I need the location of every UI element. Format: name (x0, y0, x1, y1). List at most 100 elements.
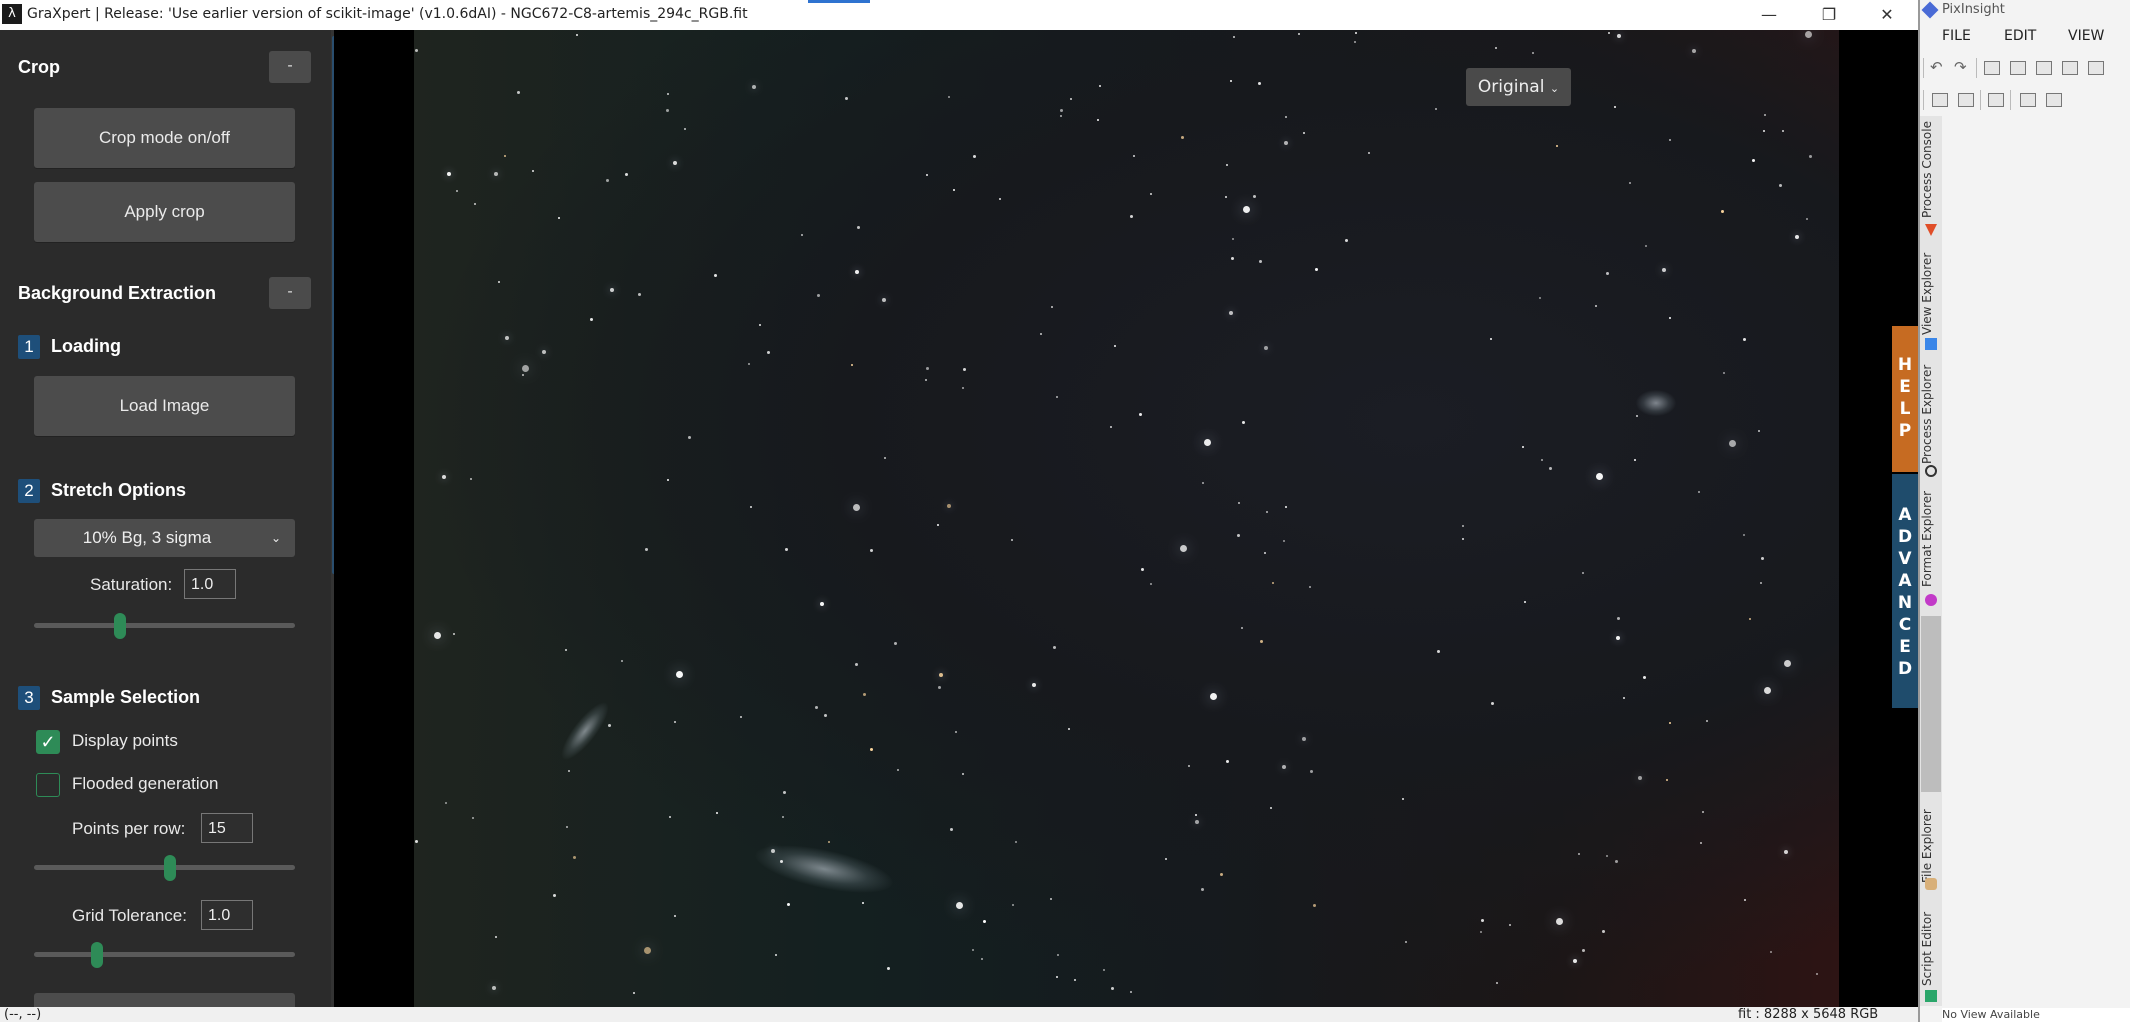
help-tab[interactable]: HELP (1892, 326, 1918, 472)
chevron-down-icon: ⌄ (271, 531, 282, 545)
saturation-slider-track[interactable] (34, 623, 295, 628)
display-points-checkbox[interactable]: ✓ (36, 730, 60, 754)
menu-edit[interactable]: EDIT (2004, 28, 2036, 44)
star (673, 914, 676, 917)
undo-icon[interactable]: ↶ (1930, 58, 1943, 76)
star (947, 504, 952, 509)
toolbar-separator (2010, 90, 2011, 110)
advanced-tab[interactable]: ADVANCED (1892, 474, 1918, 708)
star (800, 234, 803, 236)
apply-crop-button[interactable]: Apply crop (34, 182, 295, 242)
minimize-icon[interactable]: — (1746, 0, 1792, 30)
saturation-slider-thumb[interactable] (114, 613, 127, 639)
star (1744, 898, 1747, 901)
sidebar-scrollbar[interactable] (332, 36, 334, 574)
flooded-generation-checkbox[interactable] (36, 773, 60, 797)
tab-script-editor[interactable]: Script Editor (1920, 906, 1942, 992)
star (1770, 951, 1773, 954)
window-icon[interactable] (1988, 93, 2004, 107)
load-image-button[interactable]: Load Image (34, 376, 295, 436)
star (1201, 482, 1204, 485)
star (785, 547, 789, 551)
tool-icon[interactable] (2036, 61, 2052, 75)
star (1764, 687, 1772, 695)
star (452, 632, 455, 635)
star (1194, 813, 1197, 816)
stretch-dropdown[interactable]: 10% Bg, 3 sigma ⌄ (34, 519, 295, 557)
next-panel-button[interactable] (34, 993, 295, 1007)
maximize-icon[interactable]: ❐ (1806, 0, 1852, 30)
star (1055, 975, 1058, 978)
star (1669, 316, 1672, 319)
star (1050, 898, 1052, 901)
star (672, 160, 677, 165)
star (552, 893, 556, 897)
star (1491, 702, 1495, 706)
star (857, 226, 861, 230)
star (1668, 139, 1671, 142)
menu-file[interactable]: FILE (1942, 28, 1971, 44)
monitor-icon[interactable] (1932, 93, 1948, 107)
star (669, 815, 672, 818)
pi-toolbar-2 (1920, 88, 2130, 112)
close-icon[interactable]: ✕ (1864, 0, 1910, 30)
star (564, 648, 567, 651)
saturation-input[interactable]: 1.0 (184, 569, 236, 599)
points-per-row-slider-thumb[interactable] (163, 855, 176, 881)
star (1691, 49, 1696, 54)
star (1582, 948, 1586, 952)
stretch-dropdown-value: 10% Bg, 3 sigma (82, 528, 212, 547)
tab-view-explorer[interactable]: View Explorer (1920, 246, 1942, 341)
pi-dock-scrollbar[interactable] (1921, 616, 1941, 792)
window-icon[interactable] (2046, 93, 2062, 107)
star (1309, 770, 1313, 774)
redo-icon[interactable]: ↷ (1954, 58, 1967, 76)
star (758, 323, 761, 326)
tab-format-explorer[interactable]: Format Explorer (1920, 486, 1942, 592)
astro-image[interactable] (414, 30, 1839, 1007)
star (1779, 183, 1783, 187)
tab-process-console[interactable]: Process Console (1920, 120, 1942, 220)
star (1805, 30, 1813, 38)
star (1354, 31, 1357, 34)
star (516, 91, 520, 95)
star (1263, 552, 1266, 554)
star (1628, 182, 1631, 185)
tool-icon[interactable] (1984, 61, 2000, 75)
menu-view[interactable]: VIEW (2068, 28, 2104, 44)
star (1602, 930, 1606, 934)
star (1164, 858, 1167, 861)
image-canvas[interactable]: Original ⌄ (342, 30, 1918, 1007)
pi-side-dock: Process Console View Explorer Process Ex… (1920, 116, 1942, 1006)
tab-process-explorer[interactable]: Process Explorer (1920, 360, 1942, 468)
monitor-icon[interactable] (1958, 93, 1974, 107)
crop-collapse-button[interactable]: - (269, 51, 311, 83)
star (1179, 544, 1187, 552)
cursor-coordinates: (--, --) (4, 1007, 42, 1022)
window-icon[interactable] (2020, 93, 2036, 107)
background-extraction-collapse-button[interactable]: - (269, 277, 311, 309)
star (747, 362, 750, 365)
grid-tolerance-slider-track[interactable] (34, 952, 295, 957)
crop-mode-button[interactable]: Crop mode on/off (34, 108, 295, 168)
tab-file-explorer[interactable]: File Explorer (1920, 802, 1942, 890)
star (1312, 903, 1316, 907)
image-info: fit : 8288 x 5648 RGB (1738, 1007, 1879, 1022)
star (770, 848, 775, 853)
points-per-row-input[interactable]: 15 (201, 813, 253, 843)
star (472, 817, 475, 820)
star (1617, 616, 1621, 620)
view-select-dropdown[interactable]: Original ⌄ (1466, 68, 1571, 106)
pi-status-bar: No View Available (1942, 1008, 2130, 1022)
grid-tolerance-slider-thumb[interactable] (90, 942, 103, 968)
tool-icon[interactable] (2062, 61, 2078, 75)
tool-icon[interactable] (2010, 61, 2026, 75)
star (531, 170, 534, 173)
star (739, 715, 742, 718)
pi-toolbar-1: ↶ ↷ (1920, 56, 2130, 80)
grid-tolerance-input[interactable]: 1.0 (201, 900, 253, 930)
star (869, 548, 873, 552)
star (1555, 145, 1558, 148)
star (1524, 601, 1527, 604)
tool-icon[interactable] (2088, 61, 2104, 75)
